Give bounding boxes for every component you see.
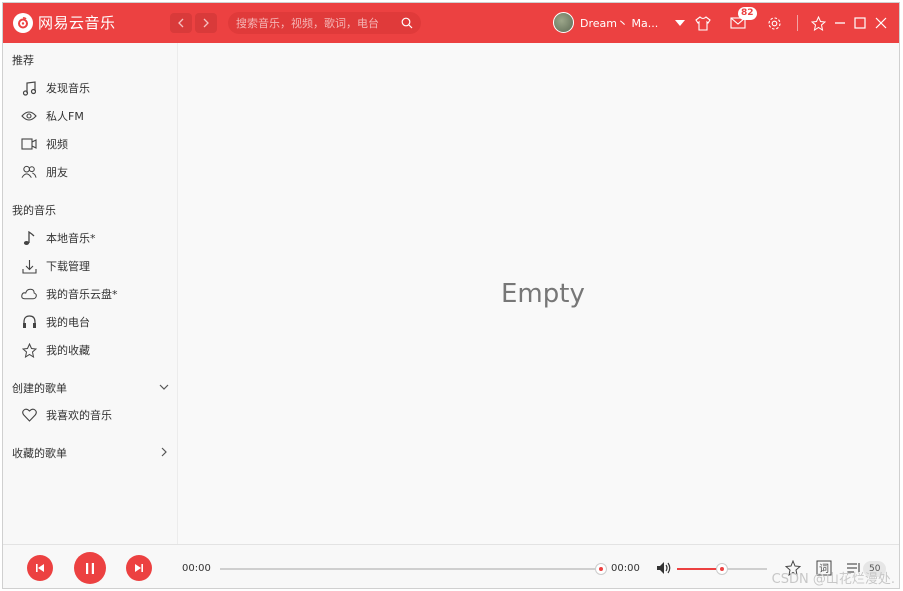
maximize-button[interactable] [850,13,870,33]
sidebar-item-label: 本地音乐* [46,232,96,245]
username[interactable]: Dream丶 Ma... [580,15,658,31]
watermark: CSDN @山花烂漫处. [771,572,895,587]
sidebar-item-label: 朋友 [46,166,68,179]
gear-icon [767,16,781,30]
sidebar-item-fm[interactable]: 私人FM [21,105,84,127]
search-icon[interactable] [401,17,413,29]
eye-icon [21,108,37,124]
sidebar-item-downloads[interactable]: 下载管理 [21,255,90,277]
sidebar-item-label: 我的收藏 [46,344,90,357]
app-window: 网易云音乐 Dream丶 Ma... 82 [2,2,900,589]
music-note-icon [21,80,37,96]
player-bar: 00:00 00:00 词 50 [3,544,899,588]
skin-button[interactable] [693,13,713,33]
next-button[interactable] [126,555,152,581]
close-button[interactable] [871,13,891,33]
current-time: 00:00 [182,563,211,574]
forward-button[interactable] [195,13,217,33]
title-bar: 网易云音乐 Dream丶 Ma... 82 [3,3,899,43]
pause-button[interactable] [74,552,106,584]
sidebar-item-video[interactable]: 视频 [21,133,68,155]
avatar[interactable] [553,12,574,33]
netease-logo-icon [13,12,33,33]
sidebar-item-label: 下载管理 [46,260,90,273]
progress-handle[interactable] [595,563,607,575]
music-icon [21,230,37,246]
close-icon [875,17,887,29]
sidebar: 推荐 发现音乐 私人FM 视频 朋友 我的音乐 本地音乐* 下载管理 我的音乐云… [3,43,178,544]
volume-icon [657,562,671,574]
sidebar-item-label: 发现音乐 [46,82,90,95]
total-time: 00:00 [611,563,640,574]
search-input[interactable] [236,16,401,30]
previous-icon [36,564,44,572]
sidebar-item-favorites[interactable]: 我的收藏 [21,339,90,361]
caret-down-icon[interactable] [674,19,686,27]
friends-icon [21,164,37,180]
sidebar-item-local-music[interactable]: 本地音乐* [21,227,96,249]
section-title-created-playlists[interactable]: 创建的歌单 [12,380,67,396]
next-icon [135,564,143,572]
shirt-icon [695,15,711,31]
main-content: Empty [179,43,899,544]
pause-icon [86,562,94,574]
sidebar-item-label: 视频 [46,138,68,151]
sidebar-item-label: 我的音乐云盘* [46,288,118,301]
app-logo[interactable]: 网易云音乐 [13,12,116,33]
settings-button[interactable] [764,13,784,33]
minimize-icon [835,22,845,24]
chevron-left-icon [178,18,184,28]
sidebar-item-discover[interactable]: 发现音乐 [21,77,90,99]
volume-handle[interactable] [716,563,728,575]
chevron-right-icon[interactable] [158,446,170,458]
star-icon [21,342,37,358]
volume-button[interactable] [655,559,673,577]
sidebar-item-label: 我喜欢的音乐 [46,409,112,422]
section-title-collected-playlists[interactable]: 收藏的歌单 [12,445,67,461]
pin-star-icon [810,15,826,31]
section-title-my-music: 我的音乐 [12,204,56,217]
messages-button[interactable]: 82 [728,7,757,33]
search-box [228,12,421,34]
sidebar-item-friends[interactable]: 朋友 [21,161,68,183]
app-title: 网易云音乐 [38,14,116,32]
message-count-badge: 82 [738,7,757,20]
sidebar-item-label: 私人FM [46,110,84,123]
history-nav [170,13,217,33]
sidebar-item-radio[interactable]: 我的电台 [21,311,90,333]
download-icon [21,258,37,274]
chevron-down-icon[interactable] [158,381,170,393]
user-menu[interactable]: Dream丶 Ma... [553,12,686,33]
progress-bar[interactable] [220,568,601,570]
back-button[interactable] [170,13,192,33]
headphones-icon [21,314,37,330]
sidebar-item-label: 我的电台 [46,316,90,329]
empty-placeholder: Empty [501,279,585,309]
header-divider [797,15,798,31]
heart-icon [21,407,37,423]
mini-mode-button[interactable] [808,13,828,33]
maximize-icon [854,17,866,29]
video-icon [21,136,37,152]
cloud-icon [21,286,37,302]
previous-button[interactable] [27,555,53,581]
sidebar-item-liked-music[interactable]: 我喜欢的音乐 [21,404,112,426]
sidebar-item-cloud[interactable]: 我的音乐云盘* [21,283,118,305]
minimize-button[interactable] [830,13,850,33]
chevron-right-icon [203,18,209,28]
section-title-recommend: 推荐 [12,54,34,67]
